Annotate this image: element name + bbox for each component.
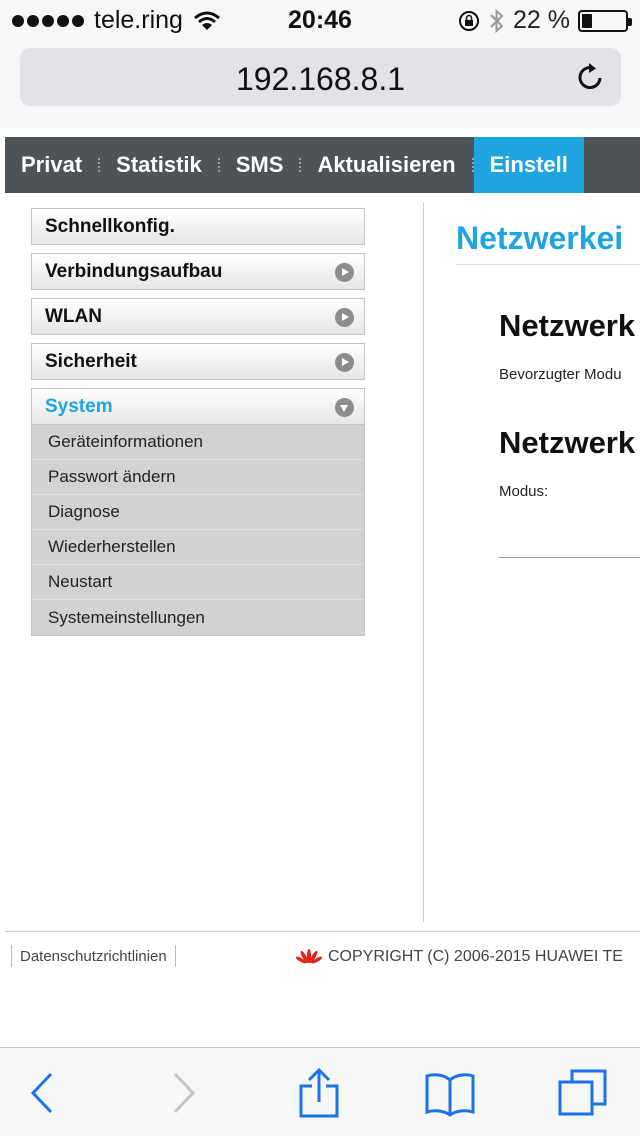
- browser-page: tele.ring 20:46 22 % 192.168.8.1 Privat …: [0, 0, 640, 1136]
- copyright: COPYRIGHT (C) 2006-2015 HUAWEI TE: [296, 947, 623, 967]
- browser-toolbar: [0, 1047, 640, 1136]
- section-title-network-mode: Netzwerk: [499, 425, 636, 460]
- settings-sidebar: Schnellkonfig. Verbindungsaufbau WLAN Si…: [31, 208, 365, 636]
- system-submenu: Geräteinformationen Passwort ändern Diag…: [31, 425, 365, 636]
- chevron-down-icon: [335, 398, 354, 417]
- submenu-item-systemeinstellungen[interactable]: Systemeinstellungen: [32, 600, 364, 635]
- title-underline: [456, 264, 640, 265]
- sidebar-item-schnellkonfig[interactable]: Schnellkonfig.: [31, 208, 365, 245]
- battery-percentage: 22 %: [513, 6, 570, 34]
- sidebar-item-system[interactable]: System: [31, 388, 365, 425]
- sidebar-item-sicherheit[interactable]: Sicherheit: [31, 343, 365, 380]
- status-bar: tele.ring 20:46 22 %: [0, 0, 640, 40]
- sidebar-item-label: WLAN: [45, 305, 102, 327]
- battery-icon: [578, 9, 632, 32]
- privacy-link[interactable]: Datenschutzrichtlinien: [11, 945, 176, 967]
- forward-icon[interactable]: [158, 1068, 208, 1118]
- submenu-item-geraeteinformationen[interactable]: Geräteinformationen: [32, 425, 364, 460]
- chevron-right-icon: [335, 263, 354, 282]
- preferred-mode-label: Bevorzugter Modu: [499, 366, 622, 383]
- nav-aktualisieren[interactable]: Aktualisieren: [301, 137, 471, 193]
- submenu-item-neustart[interactable]: Neustart: [32, 565, 364, 600]
- nav-statistik[interactable]: Statistik: [100, 137, 218, 193]
- reload-icon[interactable]: [575, 61, 607, 93]
- battery-fill: [582, 13, 593, 28]
- nav-sms[interactable]: SMS: [220, 137, 300, 193]
- submenu-item-diagnose[interactable]: Diagnose: [32, 495, 364, 530]
- main-nav: Privat Statistik SMS Aktualisieren Einst…: [5, 137, 640, 193]
- copyright-text: COPYRIGHT (C) 2006-2015 HUAWEI TE: [328, 948, 623, 965]
- sidebar-item-label: Sicherheit: [45, 350, 137, 372]
- address-bar[interactable]: 192.168.8.1: [20, 48, 621, 106]
- sidebar-item-label: Schnellkonfig.: [45, 215, 175, 237]
- huawei-logo-icon: [296, 949, 322, 964]
- content-separator: [499, 557, 640, 558]
- status-right: 22 %: [457, 6, 632, 35]
- sidebar-item-label: Verbindungsaufbau: [45, 260, 223, 282]
- orientation-lock-icon: [459, 10, 480, 31]
- back-icon[interactable]: [18, 1068, 68, 1118]
- footer-divider: [5, 931, 640, 932]
- share-icon[interactable]: [294, 1068, 344, 1118]
- submenu-item-passwort-aendern[interactable]: Passwort ändern: [32, 460, 364, 495]
- chevron-right-icon: [335, 353, 354, 372]
- content-divider: [423, 202, 424, 922]
- section-title-network-preferred: Netzwerk: [499, 308, 636, 343]
- sidebar-item-wlan[interactable]: WLAN: [31, 298, 365, 335]
- sidebar-item-verbindungsaufbau[interactable]: Verbindungsaufbau: [31, 253, 365, 290]
- nav-privat[interactable]: Privat: [5, 137, 98, 193]
- url-text[interactable]: 192.168.8.1: [20, 61, 621, 98]
- submenu-item-wiederherstellen[interactable]: Wiederherstellen: [32, 530, 364, 565]
- page-title: Netzwerkei: [456, 220, 624, 256]
- tabs-icon[interactable]: [558, 1068, 608, 1118]
- bluetooth-icon: [490, 8, 504, 33]
- bookmarks-icon[interactable]: [425, 1068, 475, 1118]
- sidebar-item-label: System: [45, 395, 113, 417]
- nav-einstellungen[interactable]: Einstell: [473, 137, 584, 193]
- address-bar-area: 192.168.8.1: [0, 40, 640, 128]
- mode-label: Modus:: [499, 483, 549, 500]
- chevron-right-icon: [335, 308, 354, 327]
